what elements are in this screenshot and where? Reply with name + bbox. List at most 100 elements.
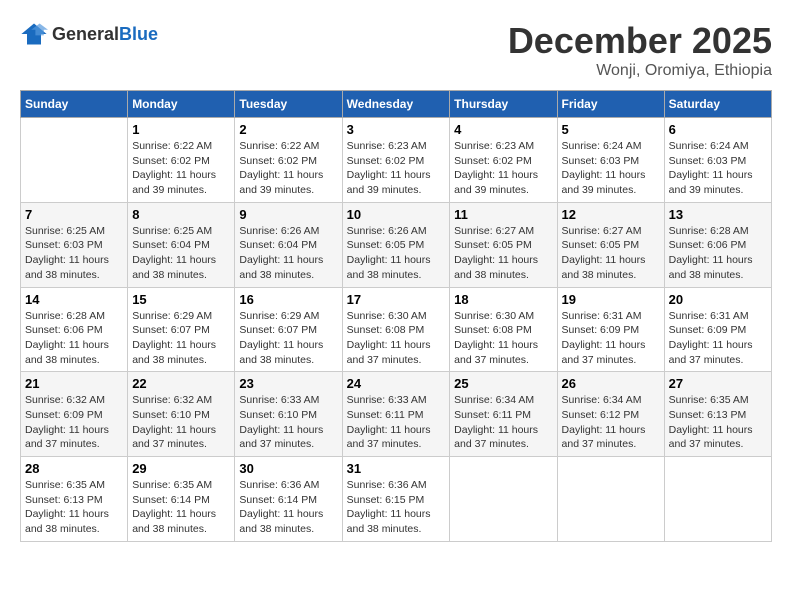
day-number: 5 (562, 122, 660, 137)
calendar-cell: 28 Sunrise: 6:35 AM Sunset: 6:13 PM Dayli… (21, 457, 128, 542)
calendar-table: SundayMondayTuesdayWednesdayThursdayFrid… (20, 90, 772, 542)
calendar-week-1: 7 Sunrise: 6:25 AM Sunset: 6:03 PM Daylig… (21, 202, 772, 287)
header-thursday: Thursday (450, 91, 557, 118)
calendar-cell: 6Sunrise: 6:24 AM Sunset: 6:03 PM Daylig… (664, 118, 771, 203)
day-info: Sunrise: 6:23 AM Sunset: 6:02 PM Dayligh… (454, 139, 552, 198)
day-number: 16 (239, 292, 337, 307)
day-info: Sunrise: 6:28 AM Sunset: 6:06 PM Dayligh… (25, 309, 123, 368)
calendar-cell: 10 Sunrise: 6:26 AM Sunset: 6:05 PM Dayli… (342, 202, 450, 287)
calendar-week-4: 28 Sunrise: 6:35 AM Sunset: 6:13 PM Dayli… (21, 457, 772, 542)
month-title: December 2025 (508, 20, 772, 62)
day-info: Sunrise: 6:26 AM Sunset: 6:05 PM Dayligh… (347, 224, 446, 283)
day-number: 24 (347, 376, 446, 391)
calendar-cell: 16 Sunrise: 6:29 AM Sunset: 6:07 PM Dayli… (235, 287, 342, 372)
page-header: GeneralBlue December 2025 Wonji, Oromiya… (20, 20, 772, 80)
day-info: Sunrise: 6:22 AM Sunset: 6:02 PM Dayligh… (132, 139, 230, 198)
header-monday: Monday (128, 91, 235, 118)
day-number: 9 (239, 207, 337, 222)
calendar-header-row: SundayMondayTuesdayWednesdayThursdayFrid… (21, 91, 772, 118)
day-number: 31 (347, 461, 446, 476)
day-number: 7 (25, 207, 123, 222)
day-info: Sunrise: 6:31 AM Sunset: 6:09 PM Dayligh… (669, 309, 767, 368)
day-number: 14 (25, 292, 123, 307)
calendar-cell: 26 Sunrise: 6:34 AM Sunset: 6:12 PM Dayli… (557, 372, 664, 457)
calendar-cell: 11 Sunrise: 6:27 AM Sunset: 6:05 PM Dayli… (450, 202, 557, 287)
calendar-cell: 29 Sunrise: 6:35 AM Sunset: 6:14 PM Dayli… (128, 457, 235, 542)
day-info: Sunrise: 6:33 AM Sunset: 6:10 PM Dayligh… (239, 393, 337, 452)
header-tuesday: Tuesday (235, 91, 342, 118)
calendar-cell: 1 Sunrise: 6:22 AM Sunset: 6:02 PM Daylig… (128, 118, 235, 203)
day-info: Sunrise: 6:22 AM Sunset: 6:02 PM Dayligh… (239, 139, 337, 198)
calendar-cell: 27Sunrise: 6:35 AM Sunset: 6:13 PM Dayli… (664, 372, 771, 457)
day-info: Sunrise: 6:34 AM Sunset: 6:12 PM Dayligh… (562, 393, 660, 452)
day-number: 26 (562, 376, 660, 391)
day-info: Sunrise: 6:36 AM Sunset: 6:15 PM Dayligh… (347, 478, 446, 537)
calendar-week-0: 1 Sunrise: 6:22 AM Sunset: 6:02 PM Daylig… (21, 118, 772, 203)
day-info: Sunrise: 6:33 AM Sunset: 6:11 PM Dayligh… (347, 393, 446, 452)
day-info: Sunrise: 6:25 AM Sunset: 6:03 PM Dayligh… (25, 224, 123, 283)
calendar-cell: 4 Sunrise: 6:23 AM Sunset: 6:02 PM Daylig… (450, 118, 557, 203)
day-number: 13 (669, 207, 767, 222)
calendar-cell: 9 Sunrise: 6:26 AM Sunset: 6:04 PM Daylig… (235, 202, 342, 287)
header-saturday: Saturday (664, 91, 771, 118)
day-info: Sunrise: 6:26 AM Sunset: 6:04 PM Dayligh… (239, 224, 337, 283)
day-info: Sunrise: 6:32 AM Sunset: 6:10 PM Dayligh… (132, 393, 230, 452)
day-info: Sunrise: 6:30 AM Sunset: 6:08 PM Dayligh… (454, 309, 552, 368)
day-number: 3 (347, 122, 446, 137)
calendar-cell: 20Sunrise: 6:31 AM Sunset: 6:09 PM Dayli… (664, 287, 771, 372)
day-info: Sunrise: 6:35 AM Sunset: 6:13 PM Dayligh… (669, 393, 767, 452)
day-info: Sunrise: 6:27 AM Sunset: 6:05 PM Dayligh… (454, 224, 552, 283)
calendar-cell: 2 Sunrise: 6:22 AM Sunset: 6:02 PM Daylig… (235, 118, 342, 203)
day-number: 12 (562, 207, 660, 222)
day-number: 2 (239, 122, 337, 137)
calendar-cell: 5 Sunrise: 6:24 AM Sunset: 6:03 PM Daylig… (557, 118, 664, 203)
day-number: 30 (239, 461, 337, 476)
location-title: Wonji, Oromiya, Ethiopia (508, 62, 772, 80)
day-info: Sunrise: 6:35 AM Sunset: 6:14 PM Dayligh… (132, 478, 230, 537)
header-wednesday: Wednesday (342, 91, 450, 118)
calendar-cell: 12 Sunrise: 6:27 AM Sunset: 6:05 PM Dayli… (557, 202, 664, 287)
day-info: Sunrise: 6:25 AM Sunset: 6:04 PM Dayligh… (132, 224, 230, 283)
day-info: Sunrise: 6:27 AM Sunset: 6:05 PM Dayligh… (562, 224, 660, 283)
header-friday: Friday (557, 91, 664, 118)
calendar-cell: 31 Sunrise: 6:36 AM Sunset: 6:15 PM Dayli… (342, 457, 450, 542)
day-number: 6 (669, 122, 767, 137)
day-number: 17 (347, 292, 446, 307)
day-number: 18 (454, 292, 552, 307)
day-info: Sunrise: 6:36 AM Sunset: 6:14 PM Dayligh… (239, 478, 337, 537)
calendar-cell: 15 Sunrise: 6:29 AM Sunset: 6:07 PM Dayli… (128, 287, 235, 372)
day-number: 23 (239, 376, 337, 391)
calendar-cell: 3 Sunrise: 6:23 AM Sunset: 6:02 PM Daylig… (342, 118, 450, 203)
calendar-cell: 21Sunrise: 6:32 AM Sunset: 6:09 PM Dayli… (21, 372, 128, 457)
day-number: 4 (454, 122, 552, 137)
logo: GeneralBlue (20, 20, 158, 48)
day-number: 8 (132, 207, 230, 222)
day-info: Sunrise: 6:30 AM Sunset: 6:08 PM Dayligh… (347, 309, 446, 368)
day-number: 15 (132, 292, 230, 307)
day-number: 28 (25, 461, 123, 476)
title-area: December 2025 Wonji, Oromiya, Ethiopia (508, 20, 772, 80)
day-info: Sunrise: 6:35 AM Sunset: 6:13 PM Dayligh… (25, 478, 123, 537)
calendar-cell (450, 457, 557, 542)
day-info: Sunrise: 6:29 AM Sunset: 6:07 PM Dayligh… (132, 309, 230, 368)
day-info: Sunrise: 6:23 AM Sunset: 6:02 PM Dayligh… (347, 139, 446, 198)
day-number: 10 (347, 207, 446, 222)
day-number: 11 (454, 207, 552, 222)
calendar-cell: 19Sunrise: 6:31 AM Sunset: 6:09 PM Dayli… (557, 287, 664, 372)
calendar-cell: 25Sunrise: 6:34 AM Sunset: 6:11 PM Dayli… (450, 372, 557, 457)
logo-blue: Blue (119, 24, 158, 44)
calendar-cell: 14 Sunrise: 6:28 AM Sunset: 6:06 PM Dayli… (21, 287, 128, 372)
logo-general: General (52, 24, 119, 44)
day-info: Sunrise: 6:32 AM Sunset: 6:09 PM Dayligh… (25, 393, 123, 452)
day-number: 19 (562, 292, 660, 307)
calendar-cell: 30 Sunrise: 6:36 AM Sunset: 6:14 PM Dayli… (235, 457, 342, 542)
day-number: 1 (132, 122, 230, 137)
calendar-week-3: 21Sunrise: 6:32 AM Sunset: 6:09 PM Dayli… (21, 372, 772, 457)
calendar-cell (557, 457, 664, 542)
calendar-cell (21, 118, 128, 203)
day-number: 29 (132, 461, 230, 476)
calendar-cell (664, 457, 771, 542)
day-info: Sunrise: 6:24 AM Sunset: 6:03 PM Dayligh… (562, 139, 660, 198)
header-sunday: Sunday (21, 91, 128, 118)
day-info: Sunrise: 6:29 AM Sunset: 6:07 PM Dayligh… (239, 309, 337, 368)
